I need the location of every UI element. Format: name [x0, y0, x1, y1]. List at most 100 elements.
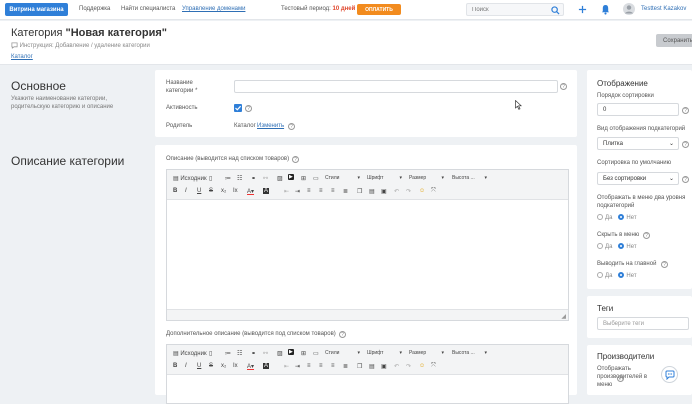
editor1-outdent-icon[interactable]: ⇤	[284, 188, 289, 195]
editor1-subscript-icon[interactable]: x₂	[221, 188, 226, 194]
editor2-height-label[interactable]: Высота ...	[452, 350, 475, 356]
search-input[interactable]	[467, 4, 547, 15]
editor1-numbered-list-icon[interactable]: ≔	[225, 175, 231, 182]
parent-change-link[interactable]: Изменить	[257, 123, 284, 129]
sort-order-help-icon[interactable]: ?	[682, 107, 689, 114]
editor2-font-label[interactable]: Шрифт	[367, 350, 383, 356]
editor2-image-icon[interactable]: ▨	[277, 350, 283, 357]
store-button[interactable]: Витрина магазина	[5, 3, 68, 16]
editor1-text-color-icon[interactable]: A▾	[247, 188, 254, 195]
editor1-justify-icon[interactable]: ≣	[343, 188, 348, 195]
editor1-content-area[interactable]	[167, 200, 568, 310]
default-sort-help-icon[interactable]: ?	[682, 176, 689, 183]
breadcrumb-catalog-link[interactable]: Каталог	[11, 54, 33, 60]
editor2-italic-icon[interactable]: I	[185, 363, 187, 369]
parent-help-icon[interactable]: ?	[288, 123, 295, 130]
editor2-emoji-icon[interactable]: ☺	[419, 363, 425, 369]
editor1-table-icon[interactable]: ⊞	[301, 175, 306, 182]
editor2-table-icon[interactable]: ⊞	[301, 350, 306, 357]
editor1-bold-icon[interactable]: B	[173, 188, 177, 194]
active-checkbox[interactable]	[234, 104, 242, 112]
editor2-bullet-list-icon[interactable]: ☷	[237, 350, 242, 357]
editor1-size-label[interactable]: Размер	[409, 175, 426, 181]
editor2-bg-color-icon[interactable]: A	[263, 363, 270, 369]
editor2-paste-icon[interactable]: ▤	[369, 363, 375, 370]
user-name[interactable]: Testtest Kazakov	[641, 6, 686, 12]
pay-button[interactable]: ОПЛАТИТЬ	[357, 4, 401, 15]
sort-order-input[interactable]: 0	[597, 103, 679, 116]
avatar-icon[interactable]	[623, 3, 635, 15]
editor1-italic-icon[interactable]: I	[185, 188, 187, 194]
editor2-bold-icon[interactable]: B	[173, 363, 177, 369]
editor1-align-center-icon[interactable]: ≡	[319, 188, 323, 194]
nav-find-specialist-link[interactable]: Найти специалиста	[121, 6, 175, 12]
active-help-icon[interactable]: ?	[245, 105, 252, 112]
editor2-template-icon[interactable]: ▯	[209, 350, 212, 357]
editor2-align-right-icon[interactable]: ≡	[331, 363, 335, 369]
two-level-yes-radio[interactable]	[597, 214, 603, 221]
editor1-undo-icon[interactable]: ↶	[394, 188, 399, 195]
add-icon[interactable]	[578, 5, 587, 14]
editor1-height-select[interactable]: Высота ... ▾	[452, 173, 490, 182]
editor2-indent-icon[interactable]: ⇥	[295, 363, 300, 370]
editor1-copy-icon[interactable]: ❐	[357, 188, 362, 195]
editor2-link-icon[interactable]: ⚭	[251, 350, 256, 357]
editor1-styles-select[interactable]: Стили ▾	[325, 173, 363, 182]
editor1-paste-text-icon[interactable]: ▣	[381, 188, 387, 195]
editor1-styles-label[interactable]: Стили	[325, 175, 339, 181]
editor2-strike-icon[interactable]: S	[209, 363, 213, 369]
subcategory-view-help-icon[interactable]: ?	[682, 141, 689, 148]
editor2-copy-icon[interactable]: ❐	[357, 363, 362, 370]
show-main-help-icon[interactable]: ?	[661, 261, 668, 268]
editor1-height-label[interactable]: Высота ...	[452, 175, 475, 181]
show-main-yes-radio[interactable]	[597, 272, 603, 279]
editor1-bullet-list-icon[interactable]: ☷	[237, 175, 242, 182]
editor1-redo-icon[interactable]: ↷	[406, 188, 411, 195]
editor1-font-label[interactable]: Шрифт	[367, 175, 383, 181]
search-icon[interactable]	[551, 6, 560, 15]
editor1-indent-icon[interactable]: ⇥	[295, 188, 300, 195]
editor1-hr-icon[interactable]: ▭	[313, 175, 319, 182]
editor2-paste-text-icon[interactable]: ▣	[381, 363, 387, 370]
editor2-align-left-icon[interactable]: ≡	[307, 363, 311, 369]
bell-icon[interactable]	[601, 4, 610, 15]
editor2-numbered-list-icon[interactable]: ≔	[225, 350, 231, 357]
editor2-subscript-icon[interactable]: x₂	[221, 363, 226, 369]
editor1-fullscreen-icon[interactable]: ⤧	[431, 188, 436, 195]
editor2-styles-label[interactable]: Стили	[325, 350, 339, 356]
editor2-fullscreen-icon[interactable]: ⤧	[431, 363, 436, 370]
editor1-underline-icon[interactable]: U	[197, 188, 201, 194]
category-name-help-icon[interactable]: ?	[560, 83, 567, 90]
editor2-styles-select[interactable]: Стили ▾	[325, 348, 363, 357]
nav-domains-link[interactable]: Управление доменами	[182, 6, 245, 12]
editor1-template-icon[interactable]: ▯	[209, 175, 212, 182]
editor2-source-label[interactable]: Исходник	[180, 351, 206, 357]
editor2-video-icon[interactable]: ▶	[288, 349, 294, 355]
editor1-emoji-icon[interactable]: ☺	[419, 188, 425, 194]
editor1-align-right-icon[interactable]: ≡	[331, 188, 335, 194]
help-instruction-text[interactable]: Инструкция: Добавление / удаление катего…	[20, 43, 150, 49]
save-button[interactable]: Сохранить	[656, 34, 692, 47]
editor2-hr-icon[interactable]: ▭	[313, 350, 319, 357]
editor1-size-select[interactable]: Размер ▾	[409, 173, 447, 182]
editor2-text-color-icon[interactable]: A▾	[247, 363, 254, 370]
editor2-font-select[interactable]: Шрифт ▾	[367, 348, 405, 357]
editor1-font-select[interactable]: Шрифт ▾	[367, 173, 405, 182]
editor2-clear-format-icon[interactable]: Ix	[233, 363, 238, 369]
hide-menu-no-radio[interactable]	[618, 243, 625, 250]
editor1-resize-handle[interactable]: ◢	[561, 313, 566, 320]
editor1-unlink-icon[interactable]: ⚯	[263, 175, 268, 182]
tags-input[interactable]: Выберите теги	[597, 317, 689, 330]
editor1-help-icon[interactable]: ?	[292, 156, 299, 163]
editor2-redo-icon[interactable]: ↷	[406, 363, 411, 370]
editor2-help-icon[interactable]: ?	[339, 331, 346, 338]
hide-menu-help-icon[interactable]: ?	[643, 232, 650, 239]
editor1-strike-icon[interactable]: S	[209, 188, 213, 194]
editor2-undo-icon[interactable]: ↶	[394, 363, 399, 370]
editor2-size-label[interactable]: Размер	[409, 350, 426, 356]
editor1-image-icon[interactable]: ▨	[277, 175, 283, 182]
default-sort-select[interactable]: Без сортировки ⌄	[597, 172, 679, 185]
two-level-no-radio[interactable]	[618, 214, 625, 221]
editor2-source-button[interactable]: ▤ Исходник	[173, 350, 207, 357]
category-name-input[interactable]	[235, 81, 557, 92]
